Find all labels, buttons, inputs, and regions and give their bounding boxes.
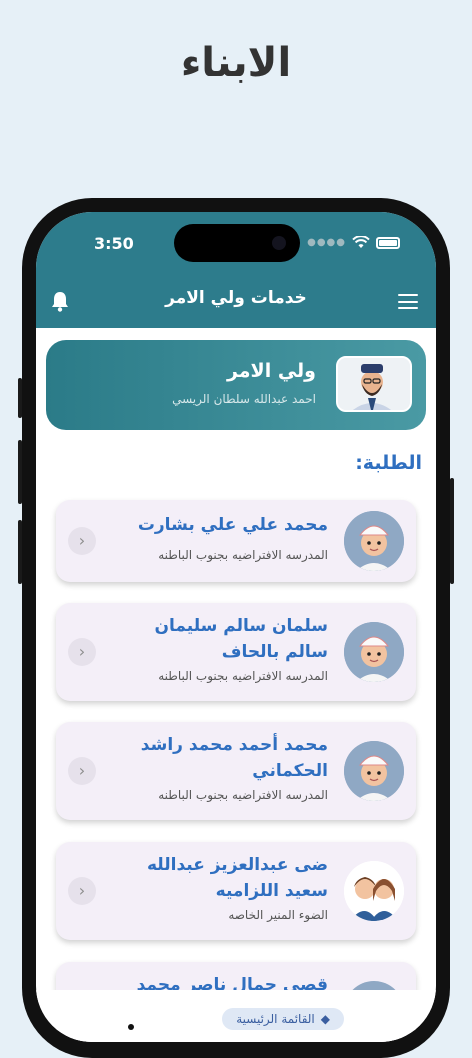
student-school: المدرسه الافتراضيه بجنوب الباطنه bbox=[158, 548, 328, 562]
student-avatar bbox=[344, 511, 404, 571]
student-name: سلمان سالم سليمان سالم بالحاف bbox=[154, 616, 329, 662]
student-school: الضوء المنير الخاصه bbox=[228, 908, 328, 922]
guardian-name: احمد عبدالله سلطان الريسي bbox=[172, 392, 316, 406]
guardian-avatar bbox=[336, 356, 412, 412]
side-button-mute bbox=[18, 378, 22, 418]
app-bar-title: خدمات ولي الامر bbox=[165, 288, 307, 308]
bell-icon[interactable] bbox=[50, 290, 70, 312]
signal-icon: ●●●● bbox=[307, 237, 346, 248]
student-avatar bbox=[344, 861, 404, 921]
student-name: محمد علي علي بشارت bbox=[137, 515, 328, 535]
bottom-tab-home[interactable]: ◆ القائمة الرئيسية bbox=[222, 1008, 344, 1030]
chevron-left-icon[interactable]: ‹ bbox=[68, 638, 96, 666]
student-school: المدرسه الافتراضيه بجنوب الباطنه bbox=[158, 669, 328, 683]
page-heading: الابناء bbox=[180, 40, 292, 86]
guardian-card[interactable]: ولي الامر احمد عبدالله سلطان الريسي bbox=[46, 340, 426, 430]
student-avatar bbox=[344, 622, 404, 682]
battery-icon bbox=[376, 236, 400, 249]
side-button-power bbox=[450, 478, 454, 584]
student-name: ضى عبدالعزيز عبدالله سعيد اللزاميه bbox=[146, 855, 328, 901]
chevron-left-icon[interactable]: ‹ bbox=[68, 877, 96, 905]
app-bar: 3:50 ●●●● خدمات ولي الامر bbox=[36, 212, 436, 328]
phone-screen: 3:50 ●●●● خدمات ولي الامر ولي الامر احمد… bbox=[36, 212, 436, 1042]
chevron-left-icon[interactable]: ‹ bbox=[68, 757, 96, 785]
nav-dot[interactable] bbox=[128, 1024, 134, 1030]
student-name: محمد أحمد محمد راشد الحكماني bbox=[140, 735, 328, 781]
dynamic-island bbox=[174, 224, 300, 262]
student-avatar bbox=[344, 741, 404, 801]
student-school: المدرسه الافتراضيه بجنوب الباطنه bbox=[158, 788, 328, 802]
side-button-volume-down bbox=[18, 520, 22, 584]
status-icons: ●●●● bbox=[307, 236, 400, 249]
student-card[interactable]: سلمان سالم سليمان سالم بالحاف المدرسه ال… bbox=[56, 603, 416, 701]
status-time: 3:50 bbox=[94, 234, 134, 253]
bottom-nav: ◆ القائمة الرئيسية bbox=[36, 990, 436, 1042]
camera-icon bbox=[272, 236, 286, 250]
guardian-title: ولي الامر bbox=[226, 360, 316, 382]
student-card[interactable]: محمد علي علي بشارت المدرسه الافتراضيه بج… bbox=[56, 500, 416, 582]
wifi-icon bbox=[352, 236, 370, 248]
chevron-left-icon[interactable]: ‹ bbox=[68, 527, 96, 555]
students-heading: الطلبة: bbox=[355, 452, 422, 474]
menu-icon[interactable] bbox=[398, 294, 418, 309]
student-card[interactable]: ضى عبدالعزيز عبدالله سعيد اللزاميه الضوء… bbox=[56, 842, 416, 940]
student-card[interactable]: محمد أحمد محمد راشد الحكماني المدرسه الا… bbox=[56, 722, 416, 820]
side-button-volume-up bbox=[18, 440, 22, 504]
